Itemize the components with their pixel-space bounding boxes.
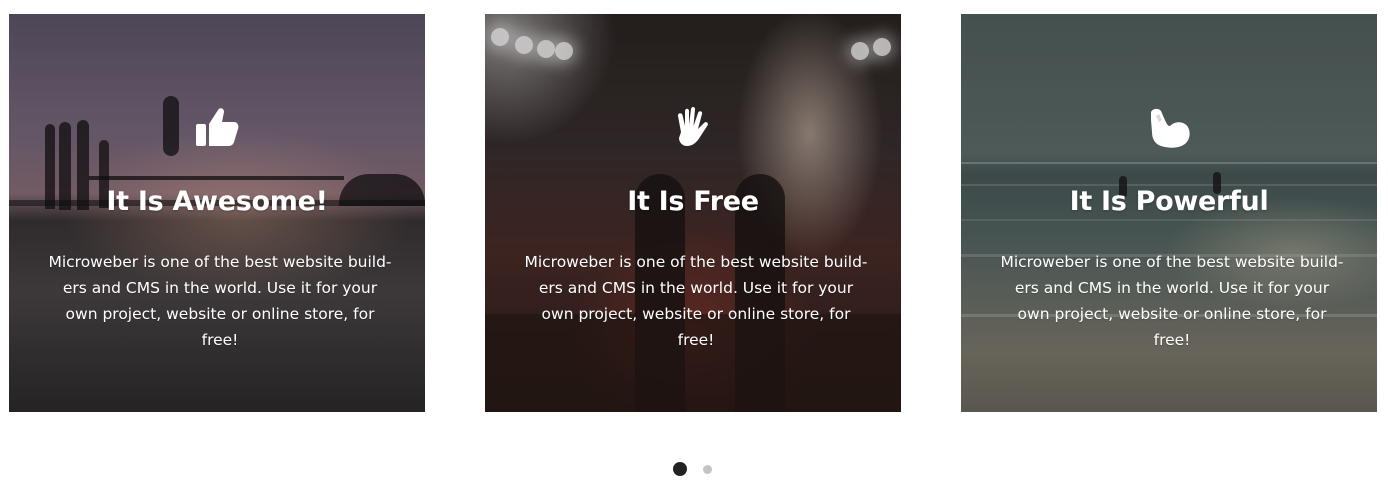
card-title: It Is Powerful [1069,186,1269,217]
card-content: It Is Free Microweber is one of the best… [485,14,901,412]
feature-card-powerful: It Is Powerful Microweber is one of the … [961,14,1377,412]
flexed-bicep-icon [1143,102,1195,154]
hand-wave-icon [667,102,719,154]
card-description: Microweber is one of the best website bu… [524,253,868,349]
card-content: It Is Awesome! Microweber is one of the … [9,14,425,412]
card-description: Microweber is one of the best website bu… [1000,253,1344,349]
carousel-pagination [671,461,721,477]
card-content: It Is Powerful Microweber is one of the … [961,14,1377,412]
carousel-slides: It Is Awesome! Microweber is one of the … [0,14,1388,412]
thumbs-up-icon [191,102,243,154]
card-title: It Is Free [627,186,759,217]
pagination-dot-2[interactable] [703,465,712,474]
feature-card-awesome: It Is Awesome! Microweber is one of the … [9,14,425,412]
pagination-dot-1-active[interactable] [673,462,687,476]
feature-carousel: It Is Awesome! Microweber is one of the … [0,0,1388,500]
feature-card-free: It Is Free Microweber is one of the best… [485,14,901,412]
card-description: Microweber is one of the best website bu… [48,253,392,349]
card-title: It Is Awesome! [106,186,328,217]
